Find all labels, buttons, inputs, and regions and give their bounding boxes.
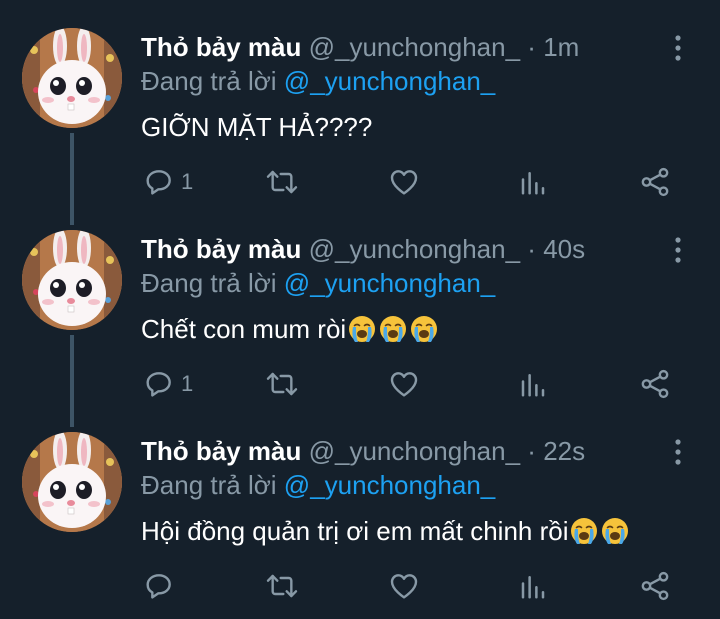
tweet[interactable]: Thỏ bảy màu @_yunchonghan_ · 1m Đang trả…: [0, 0, 720, 202]
stats-button[interactable]: [518, 164, 548, 200]
heart-icon: [388, 570, 420, 602]
loudly-crying-face-emoji: [409, 314, 439, 344]
tweet-text: GIỠN MẶT HẢ????: [141, 110, 372, 144]
loudly-crying-face-emoji: [600, 516, 630, 546]
replying-to-label: Đang trả lời: [141, 470, 277, 500]
tweet-text-content: GIỠN MẶT HẢ????: [141, 112, 373, 142]
tweet[interactable]: Thỏ bảy màu @_yunchonghan_ · 40s Đang tr…: [0, 202, 720, 404]
loudly-crying-face-emoji: [347, 314, 377, 344]
timestamp[interactable]: 22s: [543, 436, 585, 466]
timestamp[interactable]: 40s: [543, 234, 585, 264]
action-bar: 1: [0, 366, 720, 402]
reply-count: 1: [181, 169, 194, 194]
more-icon[interactable]: [666, 236, 690, 264]
avatar[interactable]: [22, 230, 122, 330]
replying-to: Đang trả lời @_yunchonghan_: [141, 64, 495, 98]
action-bar: [0, 568, 720, 604]
share-button[interactable]: [638, 164, 672, 200]
tweet-text: Hội đồng quản trị ơi em mất chinh rồi: [141, 514, 630, 548]
timestamp[interactable]: 1m: [543, 32, 579, 62]
tweet-text: Chết con mum ròi: [141, 312, 439, 346]
action-bar: 1: [0, 164, 720, 200]
heart-icon: [388, 166, 420, 198]
replying-to: Đang trả lời @_yunchonghan_: [141, 266, 495, 300]
stats-icon: [518, 368, 548, 400]
replying-to-label: Đang trả lời: [141, 66, 277, 96]
replying-to: Đang trả lời @_yunchonghan_: [141, 468, 495, 502]
reply-button[interactable]: [143, 568, 181, 604]
emoji-group: [346, 314, 439, 344]
user-handle[interactable]: @_yunchonghan_: [309, 234, 520, 264]
stats-icon: [518, 166, 548, 198]
emoji-group: [568, 516, 630, 546]
share-icon: [638, 165, 672, 199]
share-button[interactable]: [638, 568, 672, 604]
stats-button[interactable]: [518, 568, 548, 604]
tweet-header: Thỏ bảy màu @_yunchonghan_ · 1m: [141, 30, 579, 64]
retweet-button[interactable]: [264, 164, 300, 200]
retweet-icon: [264, 166, 300, 198]
mention-link[interactable]: @_yunchonghan_: [284, 470, 495, 500]
tweet-header: Thỏ bảy màu @_yunchonghan_ · 22s: [141, 434, 585, 468]
replying-to-label: Đang trả lời: [141, 268, 277, 298]
separator-dot: ·: [527, 234, 536, 264]
user-handle[interactable]: @_yunchonghan_: [309, 436, 520, 466]
reply-icon: [143, 368, 175, 400]
reply-button[interactable]: 1: [143, 164, 193, 200]
reply-icon: [143, 570, 175, 602]
loudly-crying-face-emoji: [378, 314, 408, 344]
retweet-icon: [264, 570, 300, 602]
tweet-header: Thỏ bảy màu @_yunchonghan_ · 40s: [141, 232, 585, 266]
share-icon: [638, 367, 672, 401]
reply-icon: [143, 166, 175, 198]
tweet[interactable]: Thỏ bảy màu @_yunchonghan_ · 22s Đang tr…: [0, 404, 720, 606]
display-name[interactable]: Thỏ bảy màu: [141, 32, 301, 62]
like-button[interactable]: [388, 366, 420, 402]
like-button[interactable]: [388, 164, 420, 200]
mention-link[interactable]: @_yunchonghan_: [284, 66, 495, 96]
separator-dot: ·: [527, 436, 536, 466]
stats-button[interactable]: [518, 366, 548, 402]
tweet-text-content: Chết con mum ròi: [141, 314, 347, 344]
avatar[interactable]: [22, 28, 122, 128]
share-button[interactable]: [638, 366, 672, 402]
heart-icon: [388, 368, 420, 400]
tweet-thread: Thỏ bảy màu @_yunchonghan_ · 1m Đang trả…: [0, 0, 720, 619]
reply-button[interactable]: 1: [143, 366, 193, 402]
separator-dot: ·: [527, 32, 536, 62]
avatar[interactable]: [22, 432, 122, 532]
loudly-crying-face-emoji: [569, 516, 599, 546]
retweet-button[interactable]: [264, 366, 300, 402]
mention-link[interactable]: @_yunchonghan_: [284, 268, 495, 298]
more-icon[interactable]: [666, 34, 690, 62]
retweet-icon: [264, 368, 300, 400]
retweet-button[interactable]: [264, 568, 300, 604]
like-button[interactable]: [388, 568, 420, 604]
tweet-text-content: Hội đồng quản trị ơi em mất chinh rồi: [141, 516, 569, 546]
more-icon[interactable]: [666, 438, 690, 466]
stats-icon: [518, 570, 548, 602]
user-handle[interactable]: @_yunchonghan_: [309, 32, 520, 62]
display-name[interactable]: Thỏ bảy màu: [141, 234, 301, 264]
share-icon: [638, 569, 672, 603]
display-name[interactable]: Thỏ bảy màu: [141, 436, 301, 466]
reply-count: 1: [181, 371, 194, 396]
